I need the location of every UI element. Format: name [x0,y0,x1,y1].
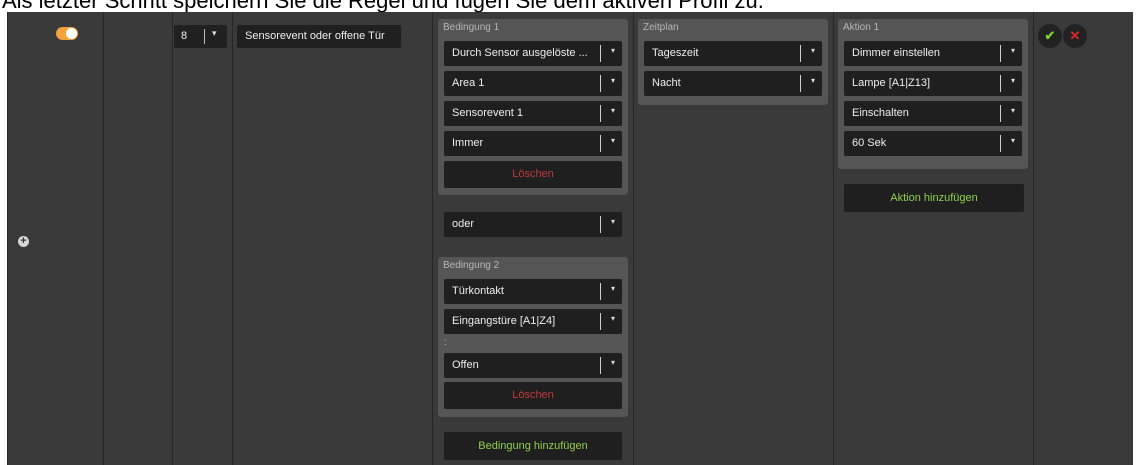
select-divider [204,29,205,44]
dropdown-value: 60 Sek [852,137,887,149]
dropdown-value: Offen [452,359,479,371]
condition-1-delete-button[interactable]: Löschen [444,161,622,188]
condition-1-event-dropdown[interactable]: Sensorevent 1 ▾ [444,101,622,126]
caret-down-icon: ▾ [610,284,615,293]
dropdown-divider [600,216,601,233]
dropdown-value: Eingangstüre [A1|Z4] [452,315,556,327]
dropdown-divider [600,135,601,152]
plus-icon[interactable]: + [18,236,29,247]
caret-down-icon: ▾ [810,46,815,55]
dropdown-value: Türkontakt [452,285,504,297]
dropdown-value: Dimmer einstellen [852,47,941,59]
schedule-type-dropdown[interactable]: Tageszeit ▾ [644,41,822,66]
condition-1-area-dropdown[interactable]: Area 1 ▾ [444,71,622,96]
schedule-title: Zeitplan [643,22,679,33]
dropdown-divider [600,75,601,92]
priority-select[interactable]: 8 ▾ [174,25,227,48]
caret-down-icon: ▾ [1010,136,1015,145]
action-1-group: Aktion 1 Dimmer einstellen ▾ Lampe [A1|Z… [838,19,1028,169]
condition-2-title: Bedingung 2 [443,260,500,271]
dropdown-divider [1000,75,1001,92]
action-1-type-dropdown[interactable]: Dimmer einstellen ▾ [844,41,1022,66]
caret-down-icon: ▾ [610,358,615,367]
dropdown-divider [1000,105,1001,122]
caret-down-icon: ▾ [610,136,615,145]
schedule-value-dropdown[interactable]: Nacht ▾ [644,71,822,96]
caret-down-icon: ▾ [610,314,615,323]
dropdown-value: Tageszeit [652,47,699,59]
caret-down-icon: ▾ [610,76,615,85]
operator-dropdown[interactable]: oder ▾ [444,212,622,237]
instruction-text: Als letzter Schritt speichern Sie die Re… [2,0,1137,12]
caret-down-icon: ▾ [610,106,615,115]
dropdown-divider [800,45,801,62]
caret-down-icon: ▾ [610,46,615,55]
column-divider [833,12,834,465]
caret-down-icon: ▾ [1010,76,1015,85]
condition-2-group: Bedingung 2 Türkontakt ▾ Eingangstüre [A… [438,257,628,417]
dropdown-value: Area 1 [452,77,485,89]
rule-name-field[interactable]: Sensorevent oder offene Tür [237,25,401,48]
action-1-state-dropdown[interactable]: Einschalten ▾ [844,101,1022,126]
toggle-icon [66,28,77,39]
rule-active-toggle[interactable] [56,27,78,40]
condition-2-separator: : [444,337,447,348]
dropdown-divider [600,283,601,300]
dropdown-value: Nacht [652,77,681,89]
check-icon[interactable]: ✔ [1038,24,1062,48]
dropdown-value: Durch Sensor ausgelöste ... [452,47,588,59]
condition-1-type-dropdown[interactable]: Durch Sensor ausgelöste ... ▾ [444,41,622,66]
rule-editor-panel: + 8 ▾ Sensorevent oder offene Tür Beding… [7,12,1133,465]
condition-2-delete-button[interactable]: Löschen [444,382,622,409]
dropdown-divider [600,313,601,330]
condition-2-type-dropdown[interactable]: Türkontakt ▾ [444,279,622,304]
column-divider [633,12,634,465]
condition-2-state-dropdown[interactable]: Offen ▾ [444,353,622,378]
condition-2-device-dropdown[interactable]: Eingangstüre [A1|Z4] ▾ [444,309,622,334]
dropdown-value: Immer [452,137,484,149]
dropdown-divider [1000,45,1001,62]
close-icon[interactable]: ✕ [1063,24,1087,48]
dropdown-divider [600,45,601,62]
dropdown-divider [1000,135,1001,152]
column-divider [103,12,104,465]
action-1-duration-dropdown[interactable]: 60 Sek ▾ [844,131,1022,156]
schedule-group: Zeitplan Tageszeit ▾ Nacht ▾ [638,19,828,105]
dropdown-value: Einschalten [852,107,909,119]
action-1-title: Aktion 1 [843,22,880,33]
condition-1-group: Bedingung 1 Durch Sensor ausgelöste ... … [438,19,628,195]
dropdown-divider [600,105,601,122]
caret-down-icon: ▾ [810,76,815,85]
add-action-button[interactable]: Aktion hinzufügen [844,184,1024,212]
condition-1-frequency-dropdown[interactable]: Immer ▾ [444,131,622,156]
dropdown-value: Sensorevent 1 [452,107,523,119]
caret-down-icon: ▾ [610,217,615,226]
caret-down-icon: ▾ [1010,46,1015,55]
caret-down-icon: ▾ [1010,106,1015,115]
column-divider [172,12,173,465]
priority-value: 8 [181,30,188,42]
add-condition-button[interactable]: Bedingung hinzufügen [444,432,622,460]
column-divider [1033,12,1034,465]
dropdown-value: oder [452,218,475,230]
dropdown-value: Lampe [A1|Z13] [852,77,931,89]
column-divider [432,12,433,465]
column-divider [232,12,233,465]
caret-down-icon: ▾ [212,28,217,38]
dropdown-divider [800,75,801,92]
condition-1-title: Bedingung 1 [443,22,500,33]
action-1-device-dropdown[interactable]: Lampe [A1|Z13] ▾ [844,71,1022,96]
dropdown-divider [600,357,601,374]
